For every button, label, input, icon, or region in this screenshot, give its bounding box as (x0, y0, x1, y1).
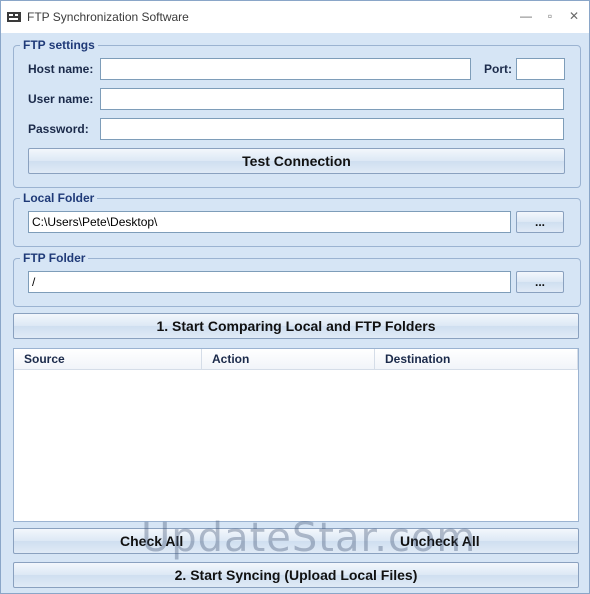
maximize-button[interactable]: ▫ (539, 7, 561, 25)
ftp-folder-legend: FTP Folder (23, 251, 86, 265)
app-icon (7, 12, 21, 22)
ftp-folder-input[interactable] (28, 271, 511, 293)
minimize-button[interactable]: — (515, 7, 537, 25)
ftp-folder-browse-button[interactable]: ... (516, 271, 564, 293)
local-folder-legend: Local Folder (23, 191, 95, 205)
title-bar[interactable]: FTP Synchronization Software — ▫ ✕ (1, 1, 589, 33)
user-name-input[interactable] (100, 88, 564, 110)
client-area: FTP settings Host name: Port: User name:… (1, 33, 589, 593)
password-label: Password: (28, 122, 89, 136)
column-destination[interactable]: Destination (375, 349, 578, 369)
user-name-label: User name: (28, 92, 94, 106)
start-syncing-label: 2. Start Syncing (Upload Local Files) (174, 567, 418, 583)
close-button[interactable]: ✕ (563, 7, 585, 25)
column-action[interactable]: Action (202, 349, 375, 369)
start-syncing-button[interactable]: 2. Start Syncing (Upload Local Files) (13, 562, 579, 588)
check-all-button[interactable]: Check All (120, 529, 183, 553)
app-window: FTP Synchronization Software — ▫ ✕ FTP s… (0, 0, 590, 594)
host-name-label: Host name: (28, 62, 94, 76)
password-input[interactable] (100, 118, 564, 140)
ftp-settings-legend: FTP settings (23, 38, 95, 52)
file-list-header: Source Action Destination (14, 349, 578, 370)
test-connection-label: Test Connection (242, 153, 351, 169)
file-list[interactable]: Source Action Destination (13, 348, 579, 522)
host-name-input[interactable] (100, 58, 471, 80)
column-source[interactable]: Source (14, 349, 202, 369)
window-title: FTP Synchronization Software (27, 10, 189, 24)
uncheck-all-button[interactable]: Uncheck All (400, 529, 480, 553)
local-folder-browse-label: ... (534, 215, 545, 229)
local-folder-browse-button[interactable]: ... (516, 211, 564, 233)
start-comparing-button[interactable]: 1. Start Comparing Local and FTP Folders (13, 313, 579, 339)
port-label: Port: (484, 62, 512, 76)
local-folder-input[interactable] (28, 211, 511, 233)
ftp-folder-browse-label: ... (534, 275, 545, 289)
check-uncheck-bar: Check All Uncheck All (13, 528, 579, 554)
start-comparing-label: 1. Start Comparing Local and FTP Folders (156, 318, 436, 334)
port-input[interactable] (516, 58, 565, 80)
test-connection-button[interactable]: Test Connection (28, 148, 565, 174)
